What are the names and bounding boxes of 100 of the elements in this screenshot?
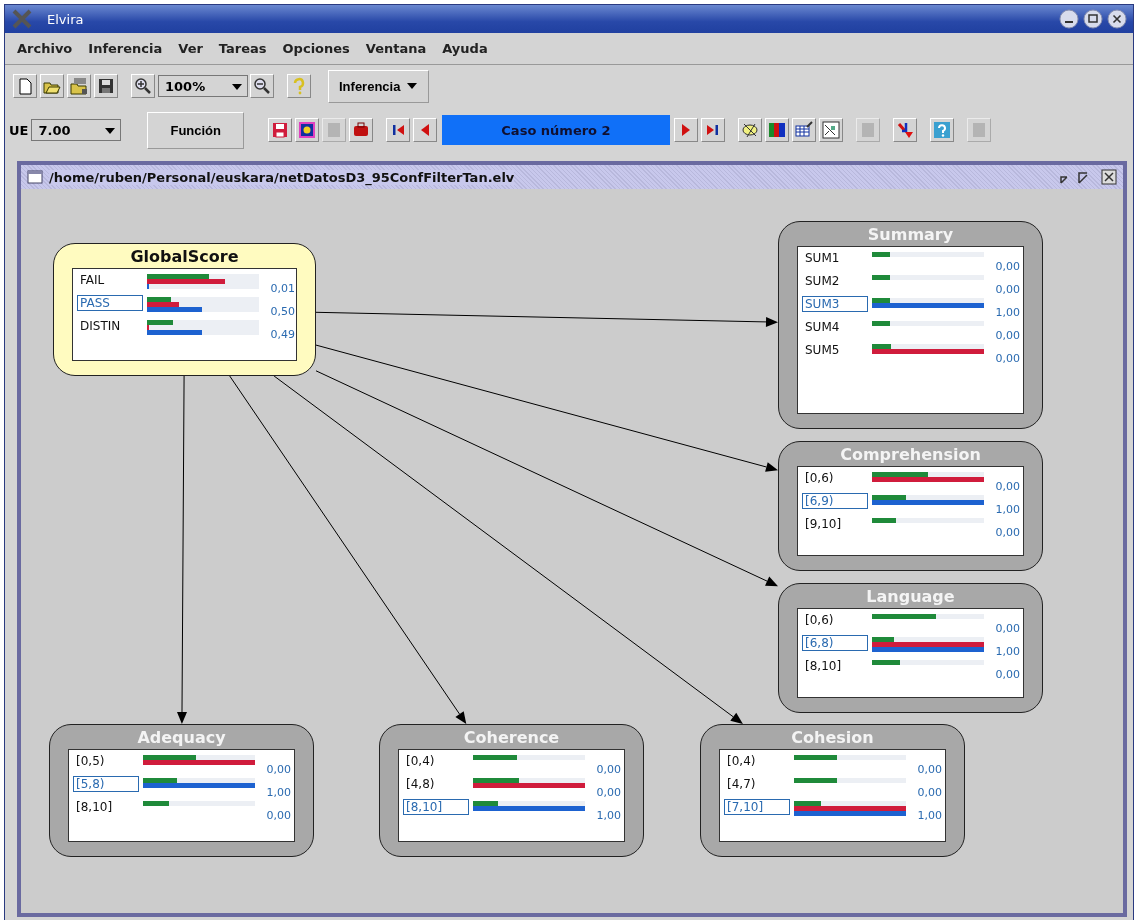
node-title: GlobalScore [130, 246, 239, 268]
folder-icon[interactable] [40, 74, 64, 98]
state-label[interactable]: [6,8) [802, 635, 868, 651]
menu-item[interactable]: Ver [176, 39, 205, 58]
menu-item[interactable]: Inferencia [86, 39, 165, 58]
help-icon[interactable] [287, 74, 311, 98]
state-label[interactable]: [0,6) [802, 612, 837, 628]
node-card[interactable]: Cohesion [0,4) 0,00 [4,7) 0,00 [7,10] 1,00 [700, 724, 965, 857]
state-label[interactable]: SUM3 [802, 296, 868, 312]
floppy-icon[interactable] [94, 74, 118, 98]
probability-value: 1,00 [995, 306, 1020, 319]
probability-value: 0,00 [596, 786, 621, 799]
state-label[interactable]: [0,5) [73, 753, 108, 769]
state-label[interactable]: DISTIN [77, 318, 124, 334]
toolbox-icon[interactable] [349, 118, 373, 142]
state-label[interactable]: [8,10] [802, 658, 845, 674]
node-title: Coherence [463, 727, 560, 749]
node-card[interactable]: Language [0,6) 0,00 [6,8) 1,00 [8,10] 0,00 [778, 583, 1043, 713]
case-field: Caso número 2 [442, 115, 670, 145]
menu-item[interactable]: Opciones [280, 39, 352, 58]
help-icon[interactable] [930, 118, 954, 142]
toolbar-label: UE [9, 122, 29, 138]
node-title: Comprehension [840, 444, 981, 466]
probability-value: 0,00 [266, 763, 291, 776]
node-card[interactable]: Summary SUM1 0,00 SUM2 0,00 SUM3 1,00 SUM4 0,00 SUM5 0,00 [778, 221, 1043, 429]
probability-value: 1,00 [995, 645, 1020, 658]
probability-value: 0,50 [270, 305, 295, 318]
state-label[interactable]: [5,8) [73, 776, 139, 792]
state-label[interactable]: SUM1 [802, 250, 843, 266]
close-icon[interactable] [1101, 169, 1117, 185]
close-button[interactable] [1107, 9, 1127, 29]
state-label[interactable]: [0,4) [403, 753, 438, 769]
node-title: Language [866, 586, 955, 608]
probability-value: 0,00 [995, 260, 1020, 273]
color-bars-icon[interactable] [765, 118, 789, 142]
state-label[interactable]: FAIL [77, 272, 108, 288]
node-card[interactable]: Comprehension [0,6) 0,00 [6,9) 1,00 [9,10] 0,00 [778, 441, 1043, 571]
node-card[interactable]: Coherence [0,4) 0,00 [4,8) 0,00 [8,10] 1,00 [379, 724, 644, 857]
chart-icon[interactable] [819, 118, 843, 142]
probability-value: 0,00 [995, 480, 1020, 493]
folder-icon[interactable] [67, 74, 91, 98]
menu-item[interactable]: Tareas [216, 39, 269, 58]
menu-item[interactable]: Ventana [363, 39, 429, 58]
probability-value: 0,00 [995, 668, 1020, 681]
probability-value: 0,00 [995, 283, 1020, 296]
state-label[interactable]: SUM5 [802, 342, 843, 358]
last-icon[interactable] [701, 118, 725, 142]
floppy-icon[interactable] [268, 118, 292, 142]
state-label[interactable]: [0,4) [724, 753, 759, 769]
state-label[interactable]: [9,10] [802, 516, 845, 532]
probability-value: 0,00 [917, 786, 942, 799]
zoom-out-icon[interactable] [250, 74, 274, 98]
new-file-icon[interactable] [13, 74, 37, 98]
menu-item[interactable]: Ayuda [440, 39, 490, 58]
frame-title: /home/ruben/Personal/euskara/netDatosD3_95ConfFilterTan.elv [49, 169, 515, 185]
caret-icon [406, 81, 419, 91]
node-title: Cohesion [791, 727, 874, 749]
probability-value: 1,00 [917, 809, 942, 822]
zoom-in-icon[interactable] [131, 74, 155, 98]
state-label[interactable]: [4,8) [403, 776, 438, 792]
state-label[interactable]: [8,10] [403, 799, 469, 815]
probability-value: 0,00 [995, 526, 1020, 539]
window-title: Elvira [47, 11, 84, 27]
state-label[interactable]: [6,9) [802, 493, 868, 509]
state-label[interactable]: PASS [77, 295, 143, 311]
state-label[interactable]: [0,6) [802, 470, 837, 486]
probability-value: 1,00 [995, 503, 1020, 516]
table-edit-icon[interactable] [792, 118, 816, 142]
square-icon[interactable] [295, 118, 319, 142]
probability-value: 0,01 [270, 282, 295, 295]
probability-value: 0,00 [995, 352, 1020, 365]
probability-value: 1,00 [266, 786, 291, 799]
node-title: Adequacy [137, 727, 226, 749]
probability-value: 0,49 [270, 328, 295, 341]
first-icon[interactable] [386, 118, 410, 142]
menu-button[interactable]: Inferencia [328, 69, 430, 103]
x-logo-icon [11, 8, 33, 30]
function-button[interactable]: Función [147, 111, 244, 149]
probability-value: 0,00 [596, 763, 621, 776]
maximize-button[interactable] [1083, 9, 1103, 29]
probability-value: 0,00 [995, 622, 1020, 635]
state-label[interactable]: SUM4 [802, 319, 843, 335]
state-label[interactable]: [4,7) [724, 776, 759, 792]
probability-value: 0,00 [266, 809, 291, 822]
menu-item[interactable]: Archivo [15, 39, 75, 58]
dropdown-field[interactable]: 100% [158, 75, 248, 97]
dropdown-field[interactable]: 7.00 [31, 119, 122, 141]
previous-icon[interactable] [413, 118, 437, 142]
probability-value: 0,00 [917, 763, 942, 776]
probability-value: 0,00 [995, 329, 1020, 342]
state-label[interactable]: [7,10] [724, 799, 790, 815]
node-card[interactable]: GlobalScore FAIL 0,01 PASS 0,50 DISTIN 0,49 [53, 243, 316, 376]
minimize-button[interactable] [1059, 9, 1079, 29]
node-title: Summary [867, 224, 954, 246]
node-card[interactable]: Adequacy [0,5) 0,00 [5,8) 1,00 [8,10] 0,00 [49, 724, 314, 857]
next-icon[interactable] [674, 118, 698, 142]
window-icon [27, 169, 43, 185]
probability-value: 1,00 [596, 809, 621, 822]
state-label[interactable]: SUM2 [802, 273, 843, 289]
state-label[interactable]: [8,10] [73, 799, 116, 815]
